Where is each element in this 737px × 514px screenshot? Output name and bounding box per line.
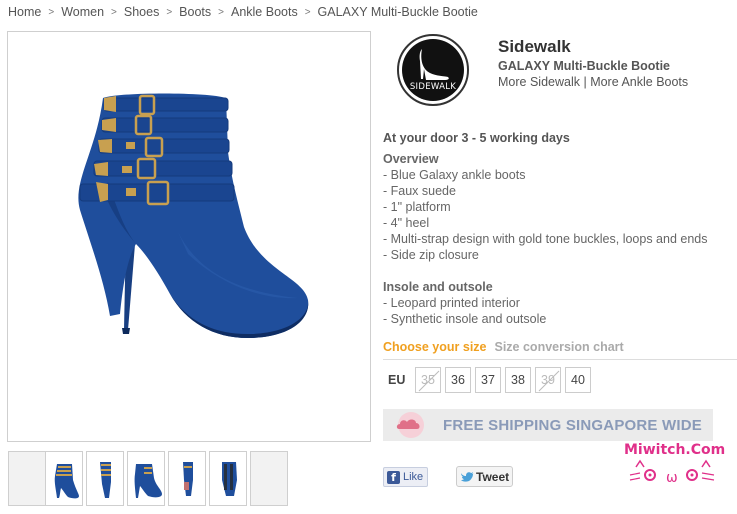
breadcrumb-shoes[interactable]: Shoes [124, 5, 159, 19]
bootie-thumbnail-icon [100, 462, 111, 498]
tweet-button[interactable]: Tweet [456, 466, 513, 487]
svg-text:ω: ω [666, 470, 678, 486]
breadcrumb-separator: > [111, 6, 117, 18]
list-item: - Faux suede [383, 184, 456, 198]
more-category-link[interactable]: More Ankle Boots [590, 75, 688, 89]
overview-heading: Overview [383, 152, 439, 166]
list-item: - Blue Galaxy ankle boots [383, 168, 526, 182]
size-option[interactable]: 40 [565, 367, 591, 393]
breadcrumb-current-product: GALAXY Multi-Buckle Bootie [317, 5, 478, 19]
bootie-thumbnail-icon [54, 464, 79, 499]
brand-name: Sidewalk [498, 37, 571, 56]
cloud-icon [396, 412, 424, 438]
watermark-text: Miwitch.Com [624, 442, 725, 458]
main-product-image[interactable] [7, 31, 371, 442]
bootie-thumbnail-icon [222, 462, 237, 496]
brand-logo[interactable]: SIDEWALK [397, 34, 469, 106]
site-watermark: Miwitch.Com ω [622, 439, 734, 491]
facebook-icon: f [387, 471, 400, 484]
size-option[interactable]: 37 [475, 367, 501, 393]
more-brand-link[interactable]: More Sidewalk [498, 75, 580, 89]
thumbnail-image-1[interactable] [45, 451, 83, 506]
list-item: - Leopard printed interior [383, 296, 520, 310]
tweet-label: Tweet [476, 470, 510, 484]
breadcrumb-separator: > [166, 6, 173, 18]
overview-list: - Blue Galaxy ankle boots - Faux suede -… [383, 167, 708, 263]
brand-links: More Sidewalk | More Ankle Boots [498, 75, 688, 89]
list-item: - Synthetic insole and outsole [383, 312, 547, 326]
size-option-label: 37 [481, 373, 495, 387]
brand-logo-text: SIDEWALK [409, 82, 457, 92]
breadcrumb-ankle-boots[interactable]: Ankle Boots [231, 5, 298, 19]
free-shipping-banner: FREE SHIPPING SINGAPORE WIDE [383, 409, 713, 441]
strike-through-icon [418, 370, 440, 392]
watermark-logo-icon: Miwitch.Com ω [624, 442, 725, 486]
insole-heading: Insole and outsole [383, 280, 493, 294]
size-option-label: 36 [451, 373, 465, 387]
size-region-label: EU [388, 373, 406, 387]
thumbnail-image-4[interactable] [168, 451, 206, 506]
list-item: - 4" heel [383, 216, 430, 230]
list-item: - 1" platform [383, 200, 451, 214]
breadcrumb-women[interactable]: Women [61, 5, 104, 19]
size-tabs: Choose your size Size conversion chart [383, 340, 737, 360]
insole-list: - Leopard printed interior - Synthetic i… [383, 295, 546, 327]
size-option-label: 40 [571, 373, 585, 387]
list-item: - Side zip closure [383, 248, 479, 262]
thumbnail-image-5[interactable] [209, 451, 247, 506]
thumbnail-blank[interactable] [250, 451, 288, 506]
size-option[interactable]: 36 [445, 367, 471, 393]
breadcrumb: Home > Women > Shoes > Boots > Ankle Boo… [8, 3, 478, 21]
size-option-unavailable: 39 [535, 367, 561, 393]
breadcrumb-boots[interactable]: Boots [179, 5, 211, 19]
product-title: GALAXY Multi-Buckle Bootie [498, 59, 671, 73]
blue-ankle-bootie-image [78, 93, 309, 338]
delivery-info: At your door 3 - 5 working days [383, 131, 570, 145]
tab-size-conversion-chart[interactable]: Size conversion chart [495, 340, 624, 354]
free-shipping-text: FREE SHIPPING SINGAPORE WIDE [443, 417, 702, 434]
list-item: - Multi-strap design with gold tone buck… [383, 232, 708, 246]
breadcrumb-home[interactable]: Home [8, 5, 41, 19]
size-option-unavailable: 35 [415, 367, 441, 393]
tab-choose-size[interactable]: Choose your size [383, 340, 487, 354]
brand-logo-badge: SIDEWALK [402, 39, 464, 101]
size-option-label: 38 [511, 373, 525, 387]
facebook-like-button[interactable]: f Like [383, 467, 428, 487]
breadcrumb-separator: > [48, 6, 55, 18]
strike-through-icon [538, 370, 560, 392]
link-separator: | [579, 75, 591, 89]
breadcrumb-separator: > [304, 6, 311, 18]
twitter-bird-icon [461, 472, 474, 482]
thumbnail-blank[interactable] [8, 451, 46, 506]
like-label: Like [403, 471, 424, 483]
breadcrumb-separator: > [218, 6, 224, 18]
size-option[interactable]: 38 [505, 367, 531, 393]
bootie-thumbnail-icon [134, 464, 162, 498]
thumbnail-image-2[interactable] [86, 451, 124, 506]
bootie-thumbnail-icon [183, 462, 193, 496]
thumbnail-image-3[interactable] [127, 451, 165, 506]
